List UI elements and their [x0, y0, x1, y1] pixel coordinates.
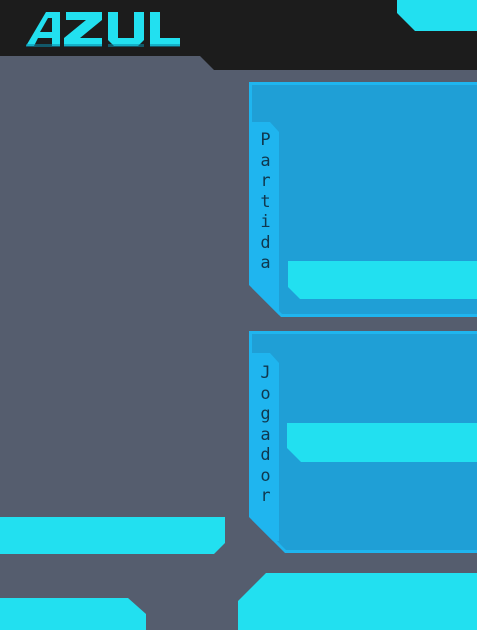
match-tab-letter: P: [260, 130, 271, 150]
player-tab-letter: a: [260, 424, 271, 445]
match-tab[interactable]: Partida: [252, 122, 279, 317]
player-tab-letter: r: [260, 486, 271, 506]
match-tab-letter: d: [260, 232, 271, 253]
bottom-left-button[interactable]: [0, 598, 146, 630]
player-tab-letter: o: [260, 465, 271, 486]
player-tab-letter: J: [260, 363, 271, 383]
match-tab-letter: a: [260, 253, 271, 273]
player-tab-letter: d: [260, 445, 271, 465]
match-tab-letter: i: [260, 212, 271, 232]
player-tab-letter: g: [260, 404, 271, 424]
player-tab[interactable]: Jogador: [252, 353, 279, 541]
match-tab-letter: t: [260, 191, 271, 212]
azul-logo: [26, 12, 180, 47]
match-action-bar[interactable]: [288, 261, 477, 299]
left-action-bar[interactable]: [0, 517, 225, 554]
player-action-bar[interactable]: [287, 423, 477, 462]
bottom-right-button[interactable]: [238, 573, 477, 630]
player-tab-letter: o: [260, 383, 271, 404]
match-tab-letter: a: [260, 150, 271, 171]
match-tab-letter: r: [260, 171, 271, 191]
